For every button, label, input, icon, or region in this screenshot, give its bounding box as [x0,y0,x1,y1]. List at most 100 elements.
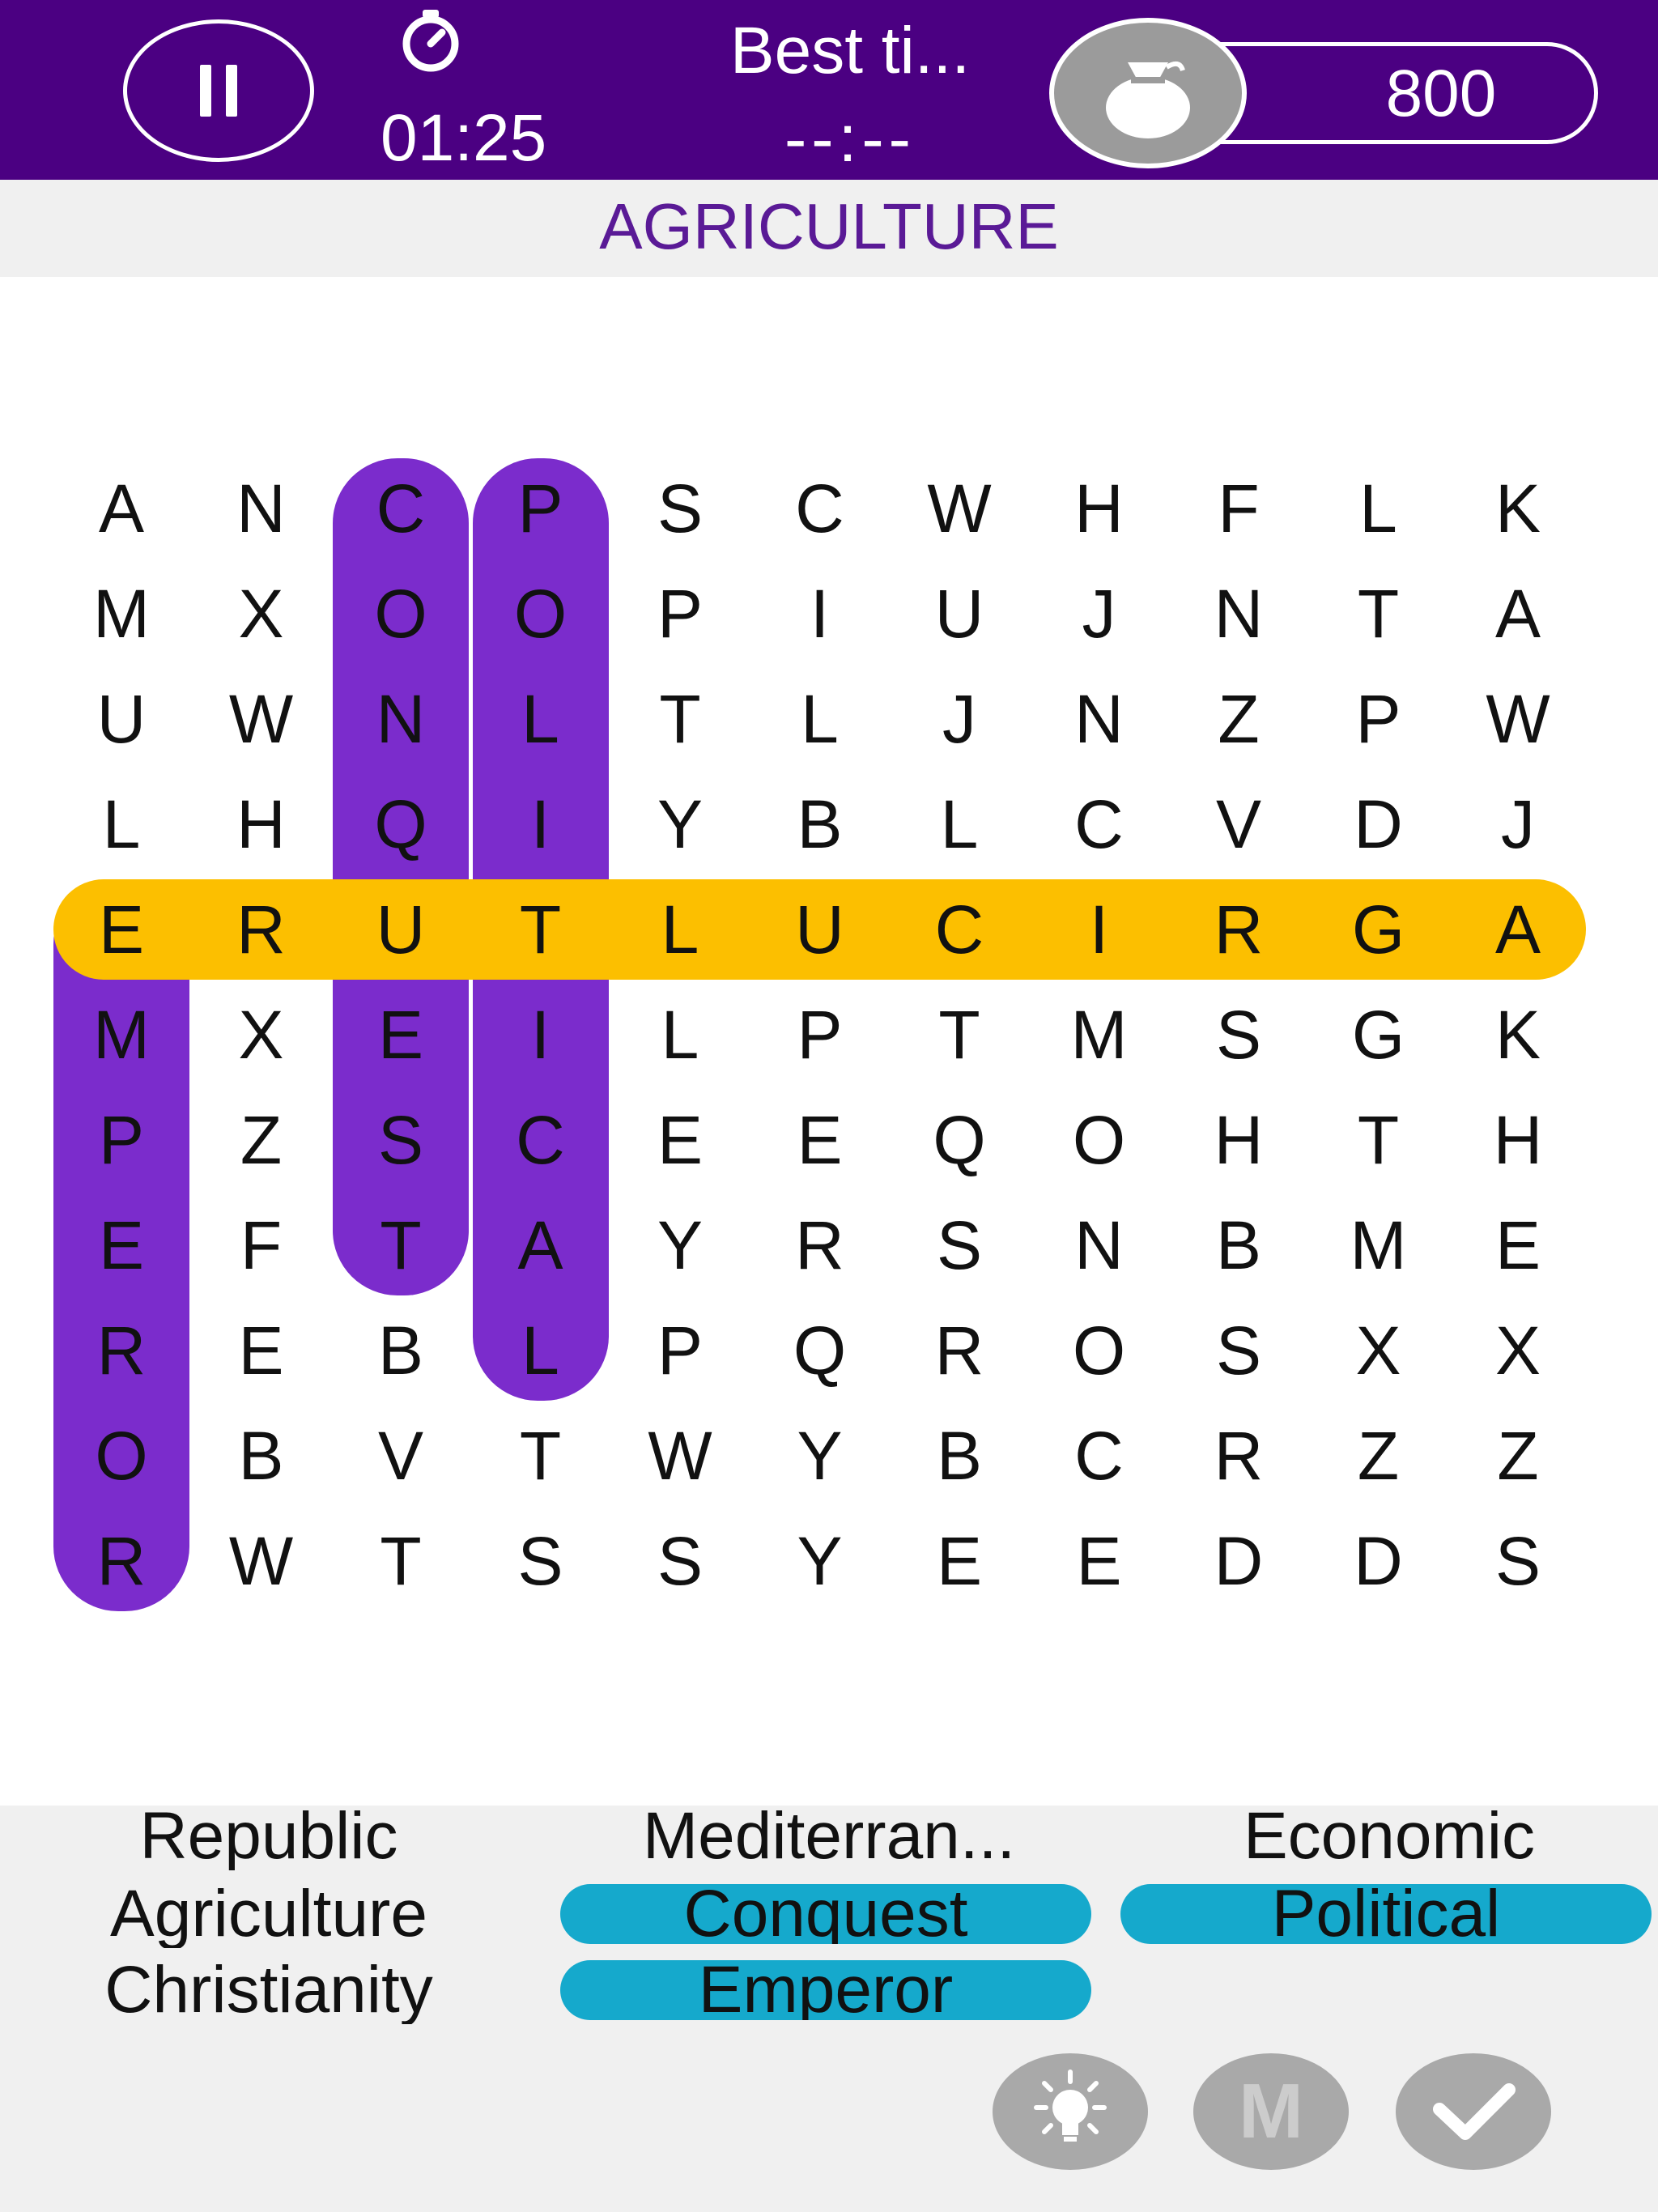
grid-cell[interactable]: B [750,772,890,877]
grid-cell[interactable]: O [331,561,470,666]
grid-cell[interactable]: P [610,1298,750,1403]
grid-cell[interactable]: P [750,982,890,1087]
grid-cell[interactable]: N [1169,561,1308,666]
grid-cell[interactable]: L [890,772,1029,877]
grid-cell[interactable]: K [1448,982,1588,1087]
grid-cell[interactable]: L [471,1298,610,1403]
grid-cell[interactable]: C [1030,772,1169,877]
grid-cell[interactable]: I [471,772,610,877]
grid-cell[interactable]: A [1448,877,1588,982]
grid-cell[interactable]: U [331,877,470,982]
grid-cell[interactable]: I [1030,877,1169,982]
grid-cell[interactable]: W [192,666,331,772]
grid-cell[interactable]: I [471,982,610,1087]
grid-cell[interactable]: S [610,1508,750,1614]
grid-cell[interactable]: W [1448,666,1588,772]
grid-cell[interactable]: C [1030,1403,1169,1508]
grid-cell[interactable]: T [890,982,1029,1087]
check-button[interactable] [1396,2053,1551,2170]
magnet-letter-button[interactable]: M [1193,2053,1349,2170]
grid-cell[interactable]: H [1448,1087,1588,1193]
grid-cell[interactable]: X [192,561,331,666]
letter-grid[interactable]: ANCPSCWHFLKMXOOPIUJNTAUWNLTLJNZPWLHQIYBL… [0,277,1658,1806]
grid-cell[interactable]: W [610,1403,750,1508]
grid-cell[interactable]: G [1309,982,1448,1087]
grid-cell[interactable]: Q [331,772,470,877]
grid-cell[interactable]: K [1448,456,1588,561]
grid-cell[interactable]: A [52,456,191,561]
grid-cell[interactable]: L [610,982,750,1087]
grid-cell[interactable]: C [471,1087,610,1193]
grid-cell[interactable]: R [52,1508,191,1614]
grid-cell[interactable]: M [52,982,191,1087]
grid-cell[interactable]: B [331,1298,470,1403]
grid-cell[interactable]: P [1309,666,1448,772]
grid-cell[interactable]: Z [192,1087,331,1193]
grid-cell[interactable]: X [1448,1298,1588,1403]
grid-cell[interactable]: R [192,877,331,982]
grid-cell[interactable]: W [890,456,1029,561]
grid-cell[interactable]: C [890,877,1029,982]
grid-cell[interactable]: H [192,772,331,877]
grid-cell[interactable]: E [890,1508,1029,1614]
grid-cell[interactable]: B [890,1403,1029,1508]
grid-cell[interactable]: O [1030,1087,1169,1193]
grid-cell[interactable]: O [1030,1298,1169,1403]
grid-cell[interactable]: N [331,666,470,772]
grid-cell[interactable]: Q [750,1298,890,1403]
grid-cell[interactable]: L [471,666,610,772]
grid-cell[interactable]: M [1309,1193,1448,1298]
grid-cell[interactable]: N [192,456,331,561]
grid-cell[interactable]: T [331,1193,470,1298]
grid-cell[interactable]: H [1030,456,1169,561]
grid-cell[interactable]: J [890,666,1029,772]
grid-cell[interactable]: R [1169,877,1308,982]
grid-cell[interactable]: F [1169,456,1308,561]
grid-cell[interactable]: E [610,1087,750,1193]
grid-cell[interactable]: P [471,456,610,561]
grid-cell[interactable]: U [52,666,191,772]
grid-cell[interactable]: G [1309,877,1448,982]
grid-cell[interactable]: S [471,1508,610,1614]
grid-cell[interactable]: B [192,1403,331,1508]
grid-cell[interactable]: M [1030,982,1169,1087]
grid-cell[interactable]: W [192,1508,331,1614]
pause-button[interactable] [123,19,314,162]
grid-cell[interactable]: R [52,1298,191,1403]
grid-cell[interactable]: B [1169,1193,1308,1298]
grid-cell[interactable]: V [331,1403,470,1508]
grid-cell[interactable]: S [890,1193,1029,1298]
grid-cell[interactable]: S [1169,1298,1308,1403]
grid-cell[interactable]: C [750,456,890,561]
grid-cell[interactable]: E [331,982,470,1087]
grid-cell[interactable]: C [331,456,470,561]
grid-cell[interactable]: E [1030,1508,1169,1614]
grid-cell[interactable]: Y [750,1403,890,1508]
grid-cell[interactable]: T [610,666,750,772]
hint-button[interactable] [993,2053,1148,2170]
grid-cell[interactable]: Z [1169,666,1308,772]
grid-cell[interactable]: E [52,877,191,982]
grid-cell[interactable]: N [1030,666,1169,772]
grid-cell[interactable]: A [471,1193,610,1298]
grid-cell[interactable]: X [192,982,331,1087]
grid-cell[interactable]: L [1309,456,1448,561]
grid-cell[interactable]: I [750,561,890,666]
grid-cell[interactable]: N [1030,1193,1169,1298]
grid-cell[interactable]: P [610,561,750,666]
coin-bag-button[interactable] [1049,18,1247,168]
grid-cell[interactable]: Z [1309,1403,1448,1508]
grid-cell[interactable]: R [890,1298,1029,1403]
grid-cell[interactable]: L [52,772,191,877]
grid-cell[interactable]: T [471,1403,610,1508]
grid-cell[interactable]: S [610,456,750,561]
grid-cell[interactable]: J [1030,561,1169,666]
grid-cell[interactable]: L [610,877,750,982]
grid-cell[interactable]: T [331,1508,470,1614]
grid-cell[interactable]: E [52,1193,191,1298]
grid-cell[interactable]: E [192,1298,331,1403]
grid-cell[interactable]: R [1169,1403,1308,1508]
grid-cell[interactable]: L [750,666,890,772]
grid-cell[interactable]: F [192,1193,331,1298]
grid-cell[interactable]: D [1169,1508,1308,1614]
